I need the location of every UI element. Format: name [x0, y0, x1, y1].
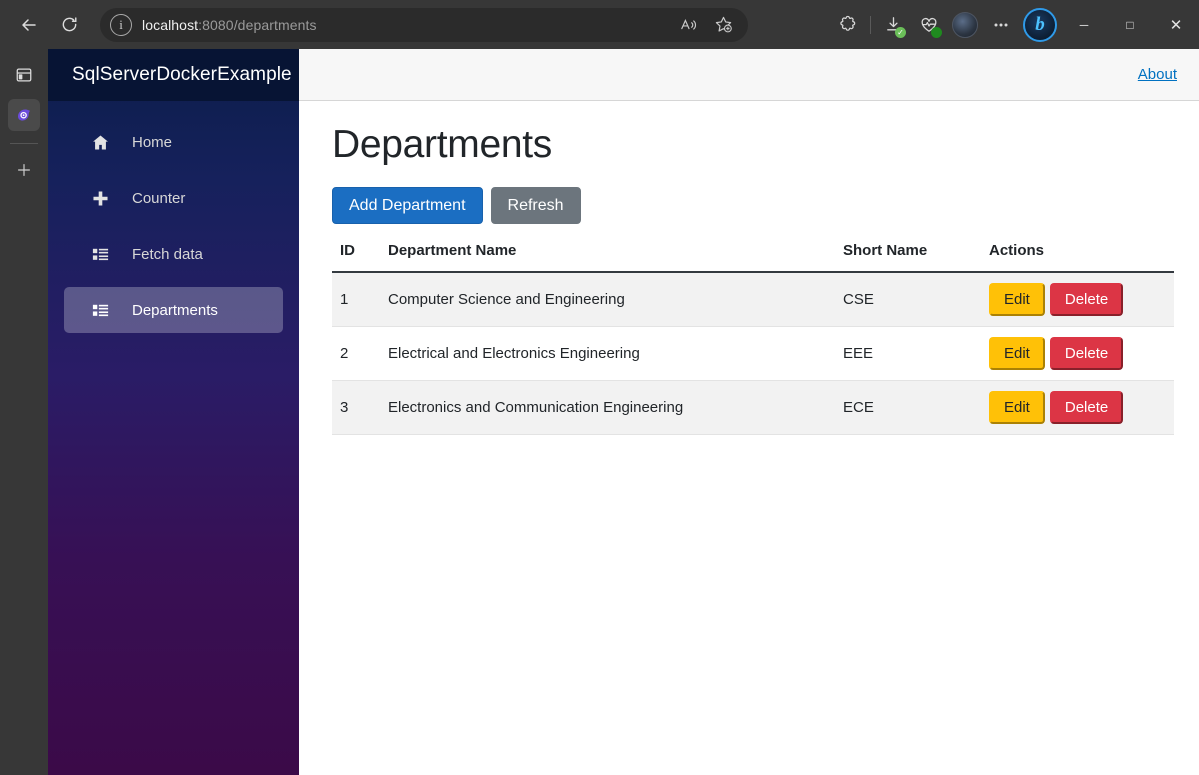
cell-short-name: EEE — [835, 326, 981, 382]
tab-actions-icon[interactable] — [8, 59, 40, 91]
reload-button[interactable] — [52, 8, 86, 42]
delete-button[interactable]: Delete — [1049, 337, 1124, 371]
cell-department-name: Computer Science and Engineering — [380, 272, 835, 328]
delete-button[interactable]: Delete — [1049, 391, 1124, 425]
table-header-row: ID Department Name Short Name Actions — [332, 242, 1174, 274]
table-row: 2 Electrical and Electronics Engineering… — [332, 326, 1174, 382]
minimize-button[interactable]: ─ — [1061, 0, 1107, 49]
url-text: localhost:8080/departments — [142, 17, 317, 33]
edit-button[interactable]: Edit — [989, 337, 1045, 371]
table-head: ID Department Name Short Name Actions — [332, 242, 1174, 274]
url-path: :8080/departments — [198, 16, 317, 33]
browser-toolbar: i localhost:8080/departments ✓ b ─ □ ✕ — [0, 0, 1199, 49]
copilot-glyph: b — [1023, 7, 1057, 42]
list-icon — [90, 301, 110, 320]
plus-icon — [90, 189, 110, 208]
browser-nav-group: i localhost:8080/departments — [0, 0, 748, 49]
address-bar-icons — [674, 10, 738, 40]
cell-id: 3 — [332, 380, 380, 436]
sidebar-item-label: Departments — [132, 301, 218, 319]
sidebar-item-home[interactable]: Home — [64, 119, 283, 165]
downloads-complete-badge: ✓ — [895, 26, 906, 38]
column-header-department-name: Department Name — [380, 242, 835, 274]
app-sidebar: SqlServerDockerExample Home Counter Fetc… — [48, 49, 299, 775]
cell-department-name: Electrical and Electronics Engineering — [380, 326, 835, 382]
sidebar-item-counter[interactable]: Counter — [64, 175, 283, 221]
cell-actions: Edit Delete — [981, 326, 1174, 382]
cell-actions: Edit Delete — [981, 272, 1174, 328]
sidebar-item-departments[interactable]: Departments — [64, 287, 283, 333]
profile-avatar[interactable] — [947, 7, 983, 43]
table-row: 1 Computer Science and Engineering CSE E… — [332, 272, 1174, 328]
content-area: About Departments Add Department Refresh… — [299, 49, 1199, 775]
brand-bar[interactable]: SqlServerDockerExample — [48, 49, 299, 101]
add-sidebar-app-button[interactable] — [8, 154, 40, 186]
cell-id: 1 — [332, 272, 380, 328]
site-info-icon[interactable]: i — [110, 13, 132, 36]
column-header-short-name: Short Name — [835, 242, 981, 274]
page-top-row: About — [299, 49, 1199, 101]
edit-button[interactable]: Edit — [989, 283, 1045, 317]
brand-title: SqlServerDockerExample — [72, 64, 292, 85]
departments-table: ID Department Name Short Name Actions 1 … — [332, 242, 1174, 436]
maximize-button[interactable]: □ — [1107, 0, 1153, 49]
cell-actions: Edit Delete — [981, 380, 1174, 436]
read-aloud-icon[interactable] — [674, 10, 704, 40]
sidebar-item-label: Counter — [132, 189, 186, 207]
cell-id: 2 — [332, 326, 380, 382]
column-header-id: ID — [332, 242, 380, 274]
copilot-icon[interactable]: b — [1019, 7, 1061, 43]
page-body: Departments Add Department Refresh ID De… — [299, 101, 1199, 436]
sidebar-item-label: Fetch data — [132, 245, 203, 263]
toolbar-divider — [870, 15, 871, 34]
downloads-icon[interactable]: ✓ — [875, 7, 911, 43]
browser-tools-group: ✓ b ─ □ ✕ — [830, 0, 1199, 49]
browser-essentials-icon[interactable] — [911, 7, 947, 43]
sidebar-item-fetch-data[interactable]: Fetch data — [64, 231, 283, 277]
home-icon — [90, 133, 110, 152]
address-bar[interactable]: i localhost:8080/departments — [100, 7, 748, 42]
cell-short-name: ECE — [835, 380, 981, 436]
delete-button[interactable]: Delete — [1049, 283, 1124, 317]
table-body: 1 Computer Science and Engineering CSE E… — [332, 272, 1174, 436]
refresh-button[interactable]: Refresh — [490, 187, 581, 225]
edit-button[interactable]: Edit — [989, 391, 1045, 425]
column-header-actions: Actions — [981, 242, 1174, 274]
page-title: Departments — [332, 123, 552, 166]
table-row: 3 Electronics and Communication Engineer… — [332, 380, 1174, 436]
action-button-row: Add Department Refresh — [332, 187, 1173, 225]
list-icon — [90, 245, 110, 264]
url-host: localhost — [142, 16, 199, 33]
add-department-button[interactable]: Add Department — [332, 187, 483, 225]
sidebar-item-label: Home — [132, 133, 173, 151]
cell-department-name: Electronics and Communication Engineerin… — [380, 380, 835, 436]
about-link[interactable]: About — [1138, 66, 1177, 83]
back-button[interactable] — [12, 8, 46, 42]
cell-short-name: CSE — [835, 272, 981, 328]
edge-sidebar-rail — [0, 49, 48, 775]
close-button[interactable]: ✕ — [1153, 0, 1199, 49]
add-favorite-icon[interactable] — [708, 10, 738, 40]
copilot-app-icon[interactable] — [8, 99, 40, 131]
sidebar-nav: Home Counter Fetch data Departments — [48, 101, 299, 333]
essentials-status-badge — [931, 26, 942, 38]
rail-divider — [10, 143, 38, 144]
settings-and-more-icon[interactable] — [983, 7, 1019, 43]
extensions-icon[interactable] — [830, 7, 866, 43]
window-controls: ─ □ ✕ — [1061, 0, 1199, 49]
